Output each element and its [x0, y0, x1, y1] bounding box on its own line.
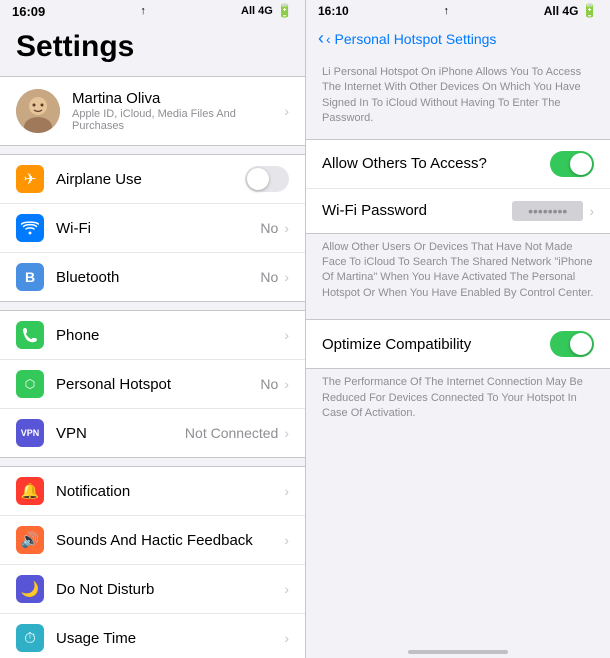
bluetooth-row[interactable]: B Bluetooth No ›	[0, 253, 305, 301]
allow-others-row[interactable]: Allow Others To Access?	[306, 140, 610, 189]
avatar-svg	[16, 89, 60, 133]
left-carrier: All 4G	[241, 5, 273, 17]
optimize-knob	[570, 333, 592, 355]
right-section-1: Allow Others To Access? Wi-Fi Password •…	[306, 139, 610, 234]
back-label: ‹ Personal Hotspot Settings	[326, 31, 496, 47]
wifi-chevron: ›	[284, 220, 289, 236]
right-time: 16:10	[318, 4, 349, 18]
phone-label: Phone	[56, 327, 284, 344]
airplane-toggle[interactable]	[245, 166, 289, 192]
usage-chevron: ›	[284, 630, 289, 646]
personal-hotspot-row[interactable]: ⬡ Personal Hotspot No ›	[0, 360, 305, 409]
wifi-row[interactable]: Wi-Fi No ›	[0, 204, 305, 253]
airplane-icon: ✈	[16, 165, 44, 193]
vpn-value: Not Connected	[185, 425, 278, 441]
usage-time-row[interactable]: ⏱ Usage Time ›	[0, 614, 305, 658]
settings-group-1: ✈ Airplane Use Wi-Fi No › B Bluetoo	[0, 154, 305, 302]
profile-subtitle: Apple ID, iCloud, Media Files And Purcha…	[72, 108, 284, 132]
profile-chevron: ›	[284, 103, 289, 119]
airplane-toggle-knob	[247, 168, 269, 190]
allow-others-toggle[interactable]	[550, 151, 594, 177]
airplane-use-row[interactable]: ✈ Airplane Use	[0, 155, 305, 204]
sounds-row[interactable]: 🔊 Sounds And Hactic Feedback ›	[0, 516, 305, 565]
avatar-face	[16, 89, 60, 133]
vpn-icon: VPN	[16, 419, 44, 447]
desc-text-2: The Performance Of The Internet Connecti…	[306, 369, 610, 431]
right-arrow: ↑	[443, 5, 449, 17]
right-status-bar: 16:10 ↑ All 4G 🔋	[306, 0, 610, 22]
right-panel: 16:10 ↑ All 4G 🔋 ‹ ‹ Personal Hotspot Se…	[305, 0, 610, 658]
left-battery: 🔋	[277, 3, 293, 19]
home-indicator	[408, 650, 508, 654]
bluetooth-label: Bluetooth	[56, 269, 260, 286]
dnd-chevron: ›	[284, 581, 289, 597]
left-arrow: ↑	[140, 5, 146, 17]
profile-info: Martina Oliva Apple ID, iCloud, Media Fi…	[72, 90, 284, 132]
notification-chevron: ›	[284, 483, 289, 499]
back-chevron: ‹	[318, 28, 324, 49]
notification-row[interactable]: 🔔 Notification ›	[0, 467, 305, 516]
sounds-icon: 🔊	[16, 526, 44, 554]
settings-group-2: Phone › ⬡ Personal Hotspot No › VPN VPN …	[0, 310, 305, 458]
back-button[interactable]: ‹ ‹ Personal Hotspot Settings	[318, 28, 496, 49]
wifi-svg	[21, 221, 39, 235]
wifi-password-label: Wi-Fi Password	[322, 202, 512, 219]
right-battery: 🔋	[582, 3, 598, 18]
dnd-icon: 🌙	[16, 575, 44, 603]
left-status-icons: All 4G 🔋	[241, 3, 293, 19]
hotspot-chevron: ›	[284, 376, 289, 392]
do-not-disturb-row[interactable]: 🌙 Do Not Disturb ›	[0, 565, 305, 614]
right-carrier: All 4G	[544, 4, 579, 18]
right-bottom-bar	[306, 638, 610, 658]
usage-label: Usage Time	[56, 630, 284, 647]
settings-group-3: 🔔 Notification › 🔊 Sounds And Hactic Fee…	[0, 466, 305, 658]
left-time: 16:09	[12, 4, 45, 19]
right-status-icons: All 4G 🔋	[544, 3, 598, 19]
vpn-label: VPN	[56, 425, 185, 442]
notification-label: Notification	[56, 483, 284, 500]
phone-chevron: ›	[284, 327, 289, 343]
wifi-label: Wi-Fi	[56, 220, 260, 237]
allow-others-knob	[570, 153, 592, 175]
phone-icon	[16, 321, 44, 349]
sounds-label: Sounds And Hactic Feedback	[56, 532, 284, 549]
section-gap	[306, 311, 610, 319]
right-spacer	[306, 431, 610, 638]
left-status-bar: 16:09 ↑ All 4G 🔋	[0, 0, 305, 22]
wifi-value: No	[260, 220, 278, 236]
page-title: Settings	[0, 22, 305, 68]
optimize-label: Optimize Compatibility	[322, 336, 550, 353]
wifi-icon	[16, 214, 44, 242]
hotspot-value: No	[260, 376, 278, 392]
bluetooth-value: No	[260, 269, 278, 285]
hotspot-icon: ⬡	[16, 370, 44, 398]
vpn-chevron: ›	[284, 425, 289, 441]
dnd-label: Do Not Disturb	[56, 581, 284, 598]
airplane-label: Airplane Use	[56, 171, 245, 188]
usage-icon: ⏱	[16, 624, 44, 652]
hotspot-label: Personal Hotspot	[56, 376, 260, 393]
optimize-toggle[interactable]	[550, 331, 594, 357]
optimize-row[interactable]: Optimize Compatibility	[306, 320, 610, 368]
sounds-chevron: ›	[284, 532, 289, 548]
avatar	[16, 89, 60, 133]
desc-text-1: Allow Other Users Or Devices That Have N…	[306, 234, 610, 312]
profile-name: Martina Oliva	[72, 90, 284, 107]
left-panel: 16:09 ↑ All 4G 🔋 Settings Mar	[0, 0, 305, 658]
right-section-2: Optimize Compatibility	[306, 319, 610, 369]
vpn-row[interactable]: VPN VPN Not Connected ›	[0, 409, 305, 457]
wifi-password-chevron: ›	[589, 203, 594, 219]
right-nav: ‹ ‹ Personal Hotspot Settings	[306, 22, 610, 57]
bluetooth-icon: B	[16, 263, 44, 291]
profile-row[interactable]: Martina Oliva Apple ID, iCloud, Media Fi…	[0, 76, 305, 146]
bluetooth-chevron: ›	[284, 269, 289, 285]
notification-icon: 🔔	[16, 477, 44, 505]
allow-others-label: Allow Others To Access?	[322, 155, 550, 172]
wifi-password-value: ••••••••	[512, 201, 583, 221]
hotspot-info-text: Li Personal Hotspot On iPhone Allows You…	[306, 57, 610, 139]
phone-row[interactable]: Phone ›	[0, 311, 305, 360]
phone-svg	[22, 327, 38, 343]
wifi-password-row[interactable]: Wi-Fi Password •••••••• ›	[306, 189, 610, 233]
